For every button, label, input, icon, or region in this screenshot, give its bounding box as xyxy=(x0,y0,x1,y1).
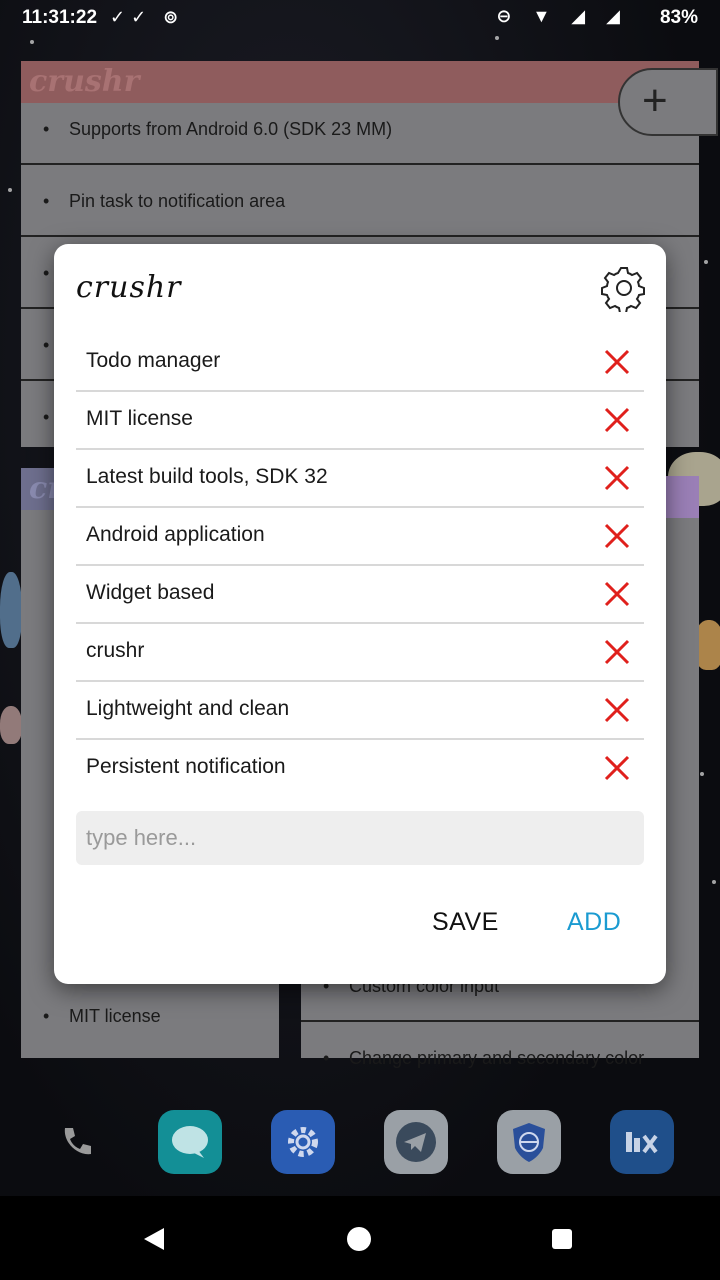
widget-item-label: Change primary and secondary color xyxy=(349,1048,645,1068)
task-label: crushr xyxy=(86,639,145,662)
settings-icon[interactable] xyxy=(271,1110,335,1174)
messages-icon[interactable] xyxy=(158,1110,222,1174)
star xyxy=(495,36,499,40)
star xyxy=(30,40,34,44)
widget-list-item[interactable]: • MIT license xyxy=(21,980,279,1052)
task-row[interactable]: Latest build tools, SDK 32 xyxy=(76,450,644,508)
task-row[interactable]: Android application xyxy=(76,508,644,566)
chat-bubble-glyph xyxy=(172,1126,208,1158)
notification-icons: ✓✓ ⊚ xyxy=(110,7,185,27)
task-list: Todo manager MIT license Latest build to… xyxy=(76,334,644,796)
back-icon[interactable] xyxy=(144,1228,164,1250)
recents-icon[interactable] xyxy=(552,1229,572,1249)
delete-x-icon[interactable] xyxy=(602,637,632,667)
gear-glyph xyxy=(288,1127,318,1157)
dialog-title: crushr xyxy=(76,270,182,305)
widget-list-item[interactable]: • Pin task to notification area xyxy=(21,165,699,237)
phone-icon[interactable] xyxy=(45,1110,109,1174)
task-label: Widget based xyxy=(86,581,215,604)
new-task-input[interactable] xyxy=(76,811,644,865)
delete-x-icon[interactable] xyxy=(602,579,632,609)
phone-glyph xyxy=(64,1128,91,1155)
task-label: Android application xyxy=(86,523,265,546)
delete-x-icon[interactable] xyxy=(602,695,632,725)
task-label: Todo manager xyxy=(86,349,221,372)
lantern-decoration xyxy=(0,572,22,648)
mix-icon[interactable] xyxy=(610,1110,674,1174)
delete-x-icon[interactable] xyxy=(602,753,632,783)
widget-list-item[interactable]: • Supports from Android 6.0 (SDK 23 MM) xyxy=(21,93,699,165)
save-button[interactable]: SAVE xyxy=(432,908,499,937)
task-row[interactable]: Persistent notification xyxy=(76,740,644,796)
task-row[interactable]: Lightweight and clean xyxy=(76,682,644,740)
delete-x-icon[interactable] xyxy=(602,405,632,435)
status-time: 11:31:22 xyxy=(22,7,98,28)
battery-level: 83% xyxy=(659,7,698,28)
signal-wifi-icons: ⊖ ▼ ◢ ◢ xyxy=(496,6,628,26)
task-row[interactable]: Widget based xyxy=(76,566,644,624)
mix-glyph xyxy=(626,1132,658,1154)
task-label: Persistent notification xyxy=(86,755,286,778)
settings-gear-icon[interactable] xyxy=(600,264,648,312)
task-row[interactable]: crushr xyxy=(76,624,644,682)
telegram-icon[interactable] xyxy=(384,1110,448,1174)
task-row[interactable]: Todo manager xyxy=(76,334,644,392)
paper-plane-glyph xyxy=(396,1122,436,1162)
delete-x-icon[interactable] xyxy=(602,463,632,493)
widget-item-label: Pin task to notification area xyxy=(69,191,286,211)
star xyxy=(8,188,12,192)
shield-globe-glyph xyxy=(513,1123,545,1162)
widget-item-label: MIT license xyxy=(69,1006,161,1026)
widget-item-label: Supports from Android 6.0 (SDK 23 MM) xyxy=(69,119,393,139)
star xyxy=(700,772,704,776)
task-label: Lightweight and clean xyxy=(86,697,290,720)
home-icon[interactable] xyxy=(347,1227,371,1251)
browser-icon[interactable] xyxy=(497,1110,561,1174)
lantern-decoration xyxy=(0,706,22,744)
star xyxy=(712,880,716,884)
task-row[interactable]: MIT license xyxy=(76,392,644,450)
task-label: MIT license xyxy=(86,407,193,430)
star xyxy=(704,260,708,264)
add-button[interactable]: ADD xyxy=(567,908,621,937)
task-label: Latest build tools, SDK 32 xyxy=(86,465,328,488)
delete-x-icon[interactable] xyxy=(602,347,632,377)
status-bar: 11:31:22 ✓✓ ⊚ ⊖ ▼ ◢ ◢ 83% xyxy=(0,0,720,36)
delete-x-icon[interactable] xyxy=(602,521,632,551)
add-task-fab[interactable]: + xyxy=(618,68,718,136)
widget-list-item[interactable]: • Change primary and secondary color xyxy=(301,1022,699,1094)
